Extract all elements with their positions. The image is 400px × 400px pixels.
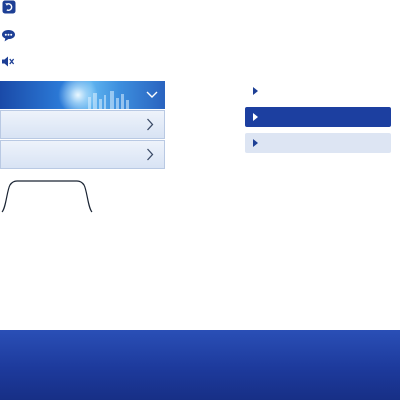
chat-bubble-icon[interactable] [1, 29, 16, 42]
list-item-selected[interactable] [245, 107, 391, 127]
chevron-right-icon [147, 118, 154, 131]
accordion-header[interactable] [0, 81, 165, 109]
chevron-down-icon[interactable] [146, 90, 158, 99]
undo-icon[interactable] [2, 0, 16, 14]
play-triangle-icon [253, 139, 258, 147]
play-triangle-icon [253, 113, 258, 121]
accordion-row[interactable] [0, 140, 165, 169]
accordion-row[interactable] [0, 110, 165, 139]
list-item[interactable] [245, 81, 391, 101]
skyline-decoration [88, 91, 129, 109]
mute-speaker-icon[interactable] [1, 55, 15, 68]
bottom-bar [0, 330, 400, 400]
list-item-hover[interactable] [245, 133, 391, 153]
tab-outline [1, 180, 93, 213]
chevron-right-icon [147, 148, 154, 161]
play-triangle-icon [253, 87, 258, 95]
